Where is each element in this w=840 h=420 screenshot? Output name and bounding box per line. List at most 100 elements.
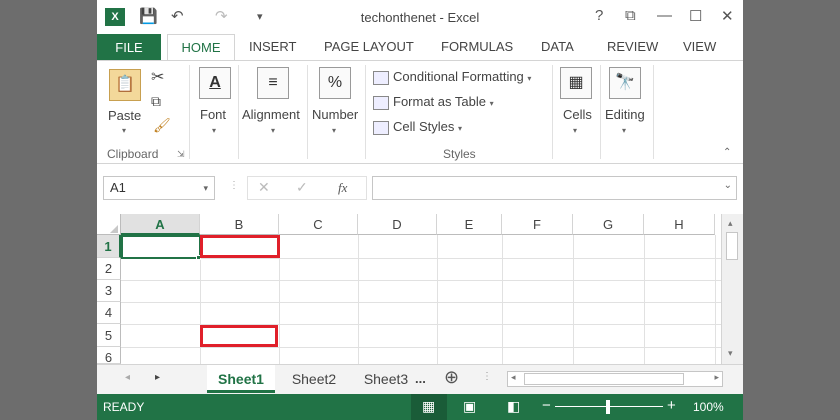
cells-dropdown-icon[interactable]: ▾ [573,126,577,135]
highlight-cell-b5[interactable] [200,325,278,347]
editing-icon[interactable]: 🔭 [609,67,641,99]
sheet-tab-sheet1[interactable]: Sheet1 [207,365,275,393]
minimize-icon[interactable]: — [657,7,672,24]
scroll-right-icon[interactable]: ▸ [714,372,719,383]
horizontal-scroll-thumb[interactable] [524,373,684,385]
font-group-button[interactable]: Font [200,107,226,122]
column-header-d[interactable]: D [358,214,437,235]
column-header-c[interactable]: C [279,214,358,235]
collapse-ribbon-icon[interactable]: ⌃ [723,147,731,158]
chevron-down-icon[interactable]: ▾ [203,177,208,199]
gridline [715,235,716,364]
column-header-e[interactable]: E [437,214,502,235]
zoom-level[interactable]: 100% [693,400,724,414]
row-header-2[interactable]: 2 [97,258,121,280]
active-cell-a1[interactable] [121,235,201,259]
select-all-button[interactable] [97,214,121,235]
scroll-up-icon[interactable]: ▴ [728,218,733,229]
status-bar: READY ▦ ▣ ◧ − + 100% [97,394,743,420]
column-header-g[interactable]: G [573,214,644,235]
tab-review[interactable]: REVIEW [607,39,658,54]
alignment-icon[interactable]: ≡ [257,67,289,99]
chevron-down-icon: ▾ [458,124,463,133]
formula-input[interactable]: ⌄ [372,176,737,200]
enter-icon[interactable]: ✓ [296,179,308,196]
chevron-down-icon: ▾ [527,74,532,83]
page-layout-view-icon[interactable]: ▣ [463,398,476,415]
clipboard-launcher-icon[interactable]: ⇲ [177,149,185,160]
help-icon[interactable]: ? [595,7,603,24]
vertical-scrollbar[interactable]: ▴ ▾ [721,214,743,364]
ribbon-separator [365,65,366,159]
formula-buttons: ✕ ✓ fx [247,176,367,200]
column-header-b[interactable]: B [200,214,279,235]
number-icon[interactable]: % [319,67,351,99]
number-dropdown-icon[interactable]: ▾ [332,126,336,135]
paste-button[interactable]: Paste [108,108,141,123]
column-header-h[interactable]: H [644,214,715,235]
gridline [502,235,503,364]
row-header-3[interactable]: 3 [97,280,121,302]
prev-sheet-icon[interactable]: ◂ [125,372,130,383]
row-header-1[interactable]: 1 [97,235,121,258]
cells-group-button[interactable]: Cells [563,107,592,122]
cut-icon[interactable]: ✂ [151,67,164,87]
tab-home[interactable]: HOME [167,34,235,62]
maximize-icon[interactable]: ☐ [689,7,702,25]
more-sheets-button[interactable]: ... [415,371,426,386]
editing-dropdown-icon[interactable]: ▾ [622,126,626,135]
tab-view[interactable]: VIEW [683,39,716,54]
format-as-table-button[interactable]: Format as Table ▾ [373,94,494,110]
font-icon[interactable]: A [199,67,231,99]
highlight-cell-b1[interactable] [200,235,280,258]
page-break-preview-icon[interactable]: ◧ [507,398,520,415]
alignment-dropdown-icon[interactable]: ▾ [271,126,275,135]
left-backdrop [0,0,97,420]
formula-bar-grip-icon: ⋮ [229,180,239,191]
next-sheet-icon[interactable]: ▸ [155,372,160,383]
insert-function-icon[interactable]: fx [338,180,347,196]
new-sheet-icon[interactable]: ⊕ [444,367,459,388]
normal-view-button[interactable]: ▦ [411,394,447,420]
zoom-slider-thumb[interactable] [606,400,610,414]
cell-styles-button[interactable]: Cell Styles ▾ [373,119,462,135]
tab-split-grip-icon[interactable]: ⋮ [482,371,492,382]
conditional-formatting-button[interactable]: Conditional Formatting ▾ [373,69,531,85]
close-icon[interactable]: ✕ [721,7,734,25]
number-group-button[interactable]: Number [312,107,358,122]
zoom-in-button[interactable]: + [667,397,676,414]
paste-icon[interactable]: 📋 [109,69,141,101]
column-header-f[interactable]: F [502,214,573,235]
paste-dropdown-icon[interactable]: ▾ [122,126,126,135]
tab-page-layout[interactable]: PAGE LAYOUT [324,39,414,54]
editing-group-button[interactable]: Editing [605,107,645,122]
tab-file[interactable]: FILE [97,34,161,61]
tab-formulas[interactable]: FORMULAS [441,39,513,54]
format-painter-icon[interactable]: 🖌 [153,117,171,134]
name-box[interactable]: A1 ▾ [103,176,215,200]
zoom-out-button[interactable]: − [542,397,551,414]
row-header-5[interactable]: 5 [97,324,121,347]
copy-icon[interactable]: ⧉ [151,93,161,110]
sheet-tab-sheet3[interactable]: Sheet3 [353,365,419,393]
column-header-a[interactable]: A [121,214,200,235]
cells-icon[interactable]: ▦ [560,67,592,99]
ribbon-display-icon[interactable]: ⧉ [625,7,636,24]
gridline [121,258,721,259]
normal-view-icon: ▦ [422,398,436,414]
tab-insert[interactable]: INSERT [249,39,296,54]
sheet-tab-sheet2[interactable]: Sheet2 [281,365,347,393]
scroll-down-icon[interactable]: ▾ [728,348,733,359]
font-dropdown-icon[interactable]: ▾ [212,126,216,135]
row-header-4[interactable]: 4 [97,302,121,324]
scroll-left-icon[interactable]: ◂ [511,372,516,383]
gridline [644,235,645,364]
cancel-icon[interactable]: ✕ [258,179,270,196]
vertical-scroll-thumb[interactable] [726,232,738,260]
horizontal-scrollbar[interactable]: ◂ ▸ [507,371,723,387]
expand-formula-bar-icon[interactable]: ⌄ [724,180,732,191]
alignment-group-button[interactable]: Alignment [242,107,300,122]
right-backdrop [743,0,840,420]
row-header-6[interactable]: 6 [97,347,121,365]
tab-data[interactable]: DATA [541,39,574,54]
